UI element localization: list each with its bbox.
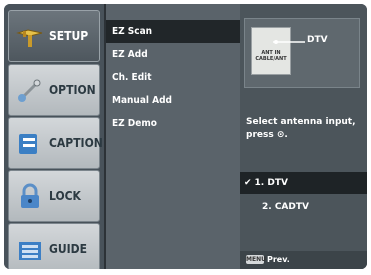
category-tabs: SETUP OPTION CAPTION LOCK GUIDE (4, 4, 104, 269)
tab-label: SETUP (49, 29, 89, 43)
setup-menu-screen: SETUP OPTION CAPTION LOCK GUIDE EZ Scan … (4, 4, 367, 269)
preview-label: DTV (307, 35, 328, 45)
footer-bar: MENUPrev. (240, 251, 367, 269)
option-icon (18, 79, 41, 102)
option-cadtv[interactable]: 2. CADTV (240, 196, 367, 218)
menu-item-manual-add[interactable]: Manual Add (106, 89, 240, 112)
tab-label: LOCK (49, 189, 81, 203)
menu-item-ez-demo[interactable]: EZ Demo (106, 112, 240, 135)
caption-icon (19, 134, 37, 154)
antenna-jack-image: ANT IN CABLE/ANT (251, 27, 291, 75)
instruction-text: Select antenna input, press ⊙. (246, 117, 356, 140)
detail-panel: ANT IN CABLE/ANT DTV Select antenna inpu… (240, 4, 367, 269)
option-label: 1. DTV (254, 178, 288, 188)
connector-line-icon (273, 40, 305, 44)
tab-setup[interactable]: SETUP (8, 10, 100, 62)
menu-item-ez-add[interactable]: EZ Add (106, 43, 240, 66)
menu-item-ch-edit[interactable]: Ch. Edit (106, 66, 240, 89)
option-dtv[interactable]: ✔ 1. DTV (240, 172, 367, 194)
menu-button-icon: MENU (246, 255, 266, 264)
guide-icon (19, 242, 41, 260)
tab-label: CAPTION (49, 136, 103, 150)
check-icon: ✔ (244, 178, 252, 188)
menu-item-ez-scan[interactable]: EZ Scan (106, 20, 240, 43)
tab-label: GUIDE (49, 242, 87, 256)
tab-caption[interactable]: CAPTION (8, 117, 103, 169)
option-label: 2. CADTV (262, 202, 309, 212)
tab-lock[interactable]: LOCK (8, 170, 100, 222)
antenna-preview: ANT IN CABLE/ANT DTV (244, 18, 360, 88)
setup-icon (16, 29, 43, 47)
lock-icon (21, 183, 39, 208)
tab-guide[interactable]: GUIDE (8, 223, 100, 269)
footer-prev-text: Prev. (267, 255, 290, 264)
tab-label: OPTION (49, 83, 96, 97)
setup-submenu: EZ Scan EZ Add Ch. Edit Manual Add EZ De… (104, 4, 240, 269)
tab-option[interactable]: OPTION (8, 64, 100, 116)
antenna-box-subtext: CABLE/ANT (255, 56, 287, 62)
